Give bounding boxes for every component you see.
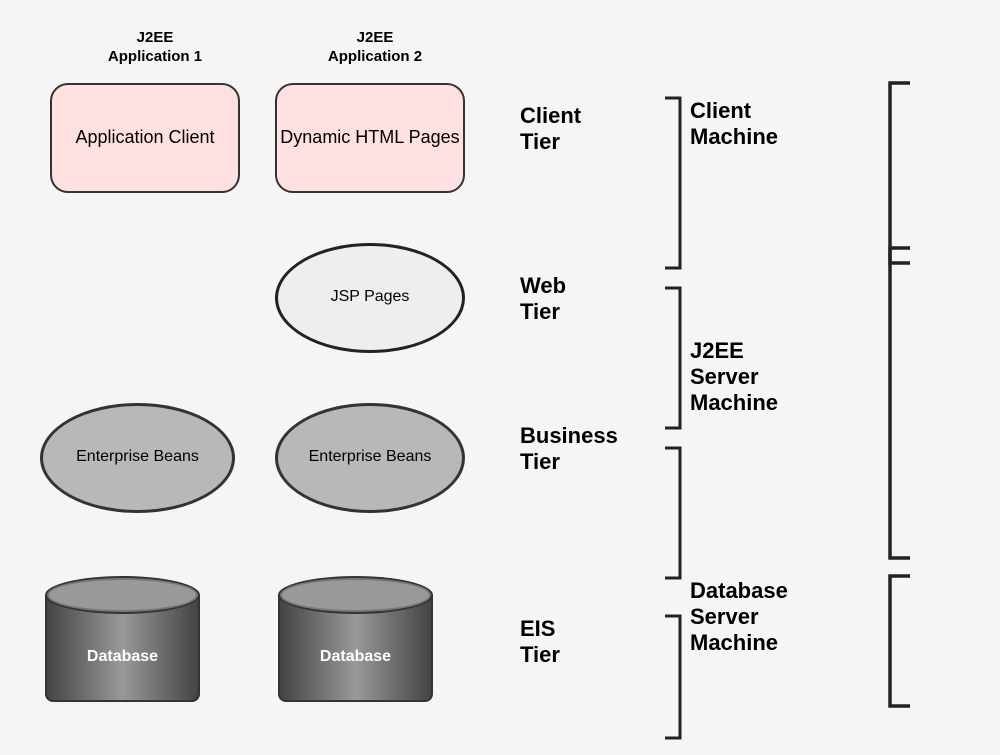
j2ee-server-machine-label: J2EEServerMachine (690, 338, 778, 417)
client-tier-label: ClientTier (520, 103, 581, 156)
web-tier-label: WebTier (520, 273, 566, 326)
database-server-machine-label: DatabaseServerMachine (690, 578, 788, 657)
client-machine-label: ClientMachine (690, 98, 778, 151)
enterprise-beans-1-ellipse: Enterprise Beans (40, 403, 235, 513)
eis-tier-label: EISTier (520, 616, 560, 669)
database-1: Database (45, 576, 200, 711)
dynamic-html-box: Dynamic HTML Pages (275, 83, 465, 193)
col2-header: J2EEApplication 2 (280, 28, 470, 67)
j2ee-machine-bracket (880, 238, 915, 568)
database-machine-bracket (880, 566, 915, 716)
jsp-pages-ellipse: JSP Pages (275, 243, 465, 353)
diagram-container: J2EEApplication 1 J2EEApplication 2 Appl… (20, 18, 980, 738)
db1-top-inner (49, 580, 196, 610)
tier-bracket-svg (660, 68, 690, 748)
db2-label: Database (278, 648, 433, 666)
application-client-box: Application Client (50, 83, 240, 193)
db1-label: Database (45, 648, 200, 666)
col1-header: J2EEApplication 1 (60, 28, 250, 67)
business-tier-label: BusinessTier (520, 423, 618, 476)
db2-top-inner (282, 580, 429, 610)
database-2: Database (278, 576, 433, 711)
enterprise-beans-2-ellipse: Enterprise Beans (275, 403, 465, 513)
